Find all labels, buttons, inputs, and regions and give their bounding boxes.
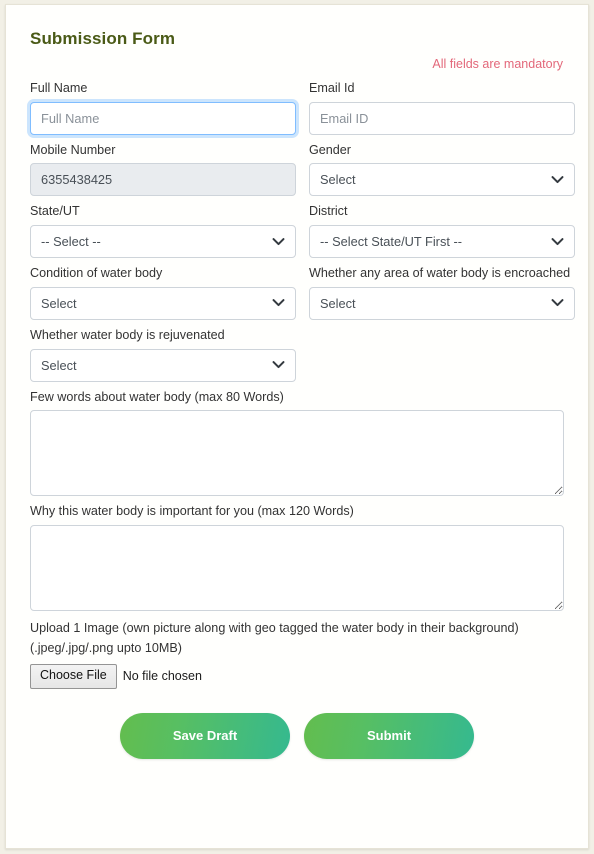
- encroached-select[interactable]: Select: [309, 286, 575, 320]
- field-group-gender: Gender Select: [309, 143, 575, 197]
- district-select[interactable]: -- Select State/UT First --: [309, 225, 575, 259]
- upload-instructions-line1: Upload 1 Image (own picture along with g…: [30, 621, 519, 636]
- form-row-state-district: State/UT -- Select -- District -- Select…: [30, 204, 575, 259]
- submission-form-card: Submission Form All fields are mandatory…: [5, 4, 589, 849]
- few-words-textarea[interactable]: [30, 410, 564, 497]
- form-row-name-email: Full Name Email Id: [30, 81, 575, 135]
- gender-label: Gender: [309, 142, 352, 157]
- file-input-row: Choose File No file chosen: [30, 664, 564, 689]
- why-important-textarea[interactable]: [30, 525, 564, 612]
- upload-instructions: Upload 1 Image (own picture along with g…: [30, 619, 564, 658]
- mandatory-note-row: All fields are mandatory: [30, 55, 564, 73]
- rejuvenated-select-wrap: Select: [30, 348, 296, 382]
- field-group-rejuvenated: Whether water body is rejuvenated Select: [30, 328, 296, 382]
- condition-select-wrap: Select: [30, 286, 296, 320]
- choose-file-button[interactable]: Choose File: [30, 664, 117, 689]
- email-id-label: Email Id: [309, 81, 355, 95]
- why-important-label: Why this water body is important for you…: [30, 504, 354, 519]
- district-label: District: [309, 204, 348, 219]
- submit-button[interactable]: Submit: [304, 712, 474, 759]
- form-row-condition-encroached: Condition of water body Select Whether a…: [30, 266, 575, 320]
- mobile-number-label: Mobile Number: [30, 142, 116, 157]
- mobile-number-input: [30, 163, 296, 197]
- rejuvenated-label: Whether water body is rejuvenated: [30, 327, 225, 342]
- condition-label: Condition of water body: [30, 266, 163, 281]
- upload-instructions-line2: (.jpeg/.jpg/.png upto 10MB): [30, 640, 182, 655]
- state-ut-select[interactable]: -- Select --: [30, 225, 296, 259]
- full-name-label: Full Name: [30, 81, 88, 95]
- form-body: Submission Form All fields are mandatory…: [6, 5, 588, 785]
- state-ut-select-wrap: -- Select --: [30, 225, 296, 259]
- page-title: Submission Form: [30, 29, 176, 48]
- encroached-label: Whether any area of water body is encroa…: [309, 266, 571, 281]
- email-id-input[interactable]: [309, 101, 575, 135]
- file-status-text: No file chosen: [122, 669, 202, 684]
- field-group-mobile-number: Mobile Number: [30, 143, 296, 197]
- mandatory-note: All fields are mandatory: [432, 57, 563, 71]
- district-select-wrap: -- Select State/UT First --: [309, 225, 575, 259]
- field-group-full-name: Full Name: [30, 81, 296, 135]
- few-words-label: Few words about water body (max 80 Words…: [30, 389, 284, 404]
- field-group-why-important: Why this water body is important for you…: [30, 504, 564, 612]
- field-group-email-id: Email Id: [309, 81, 575, 135]
- save-draft-button[interactable]: Save Draft: [120, 712, 290, 759]
- field-group-district: District -- Select State/UT First --: [309, 204, 575, 259]
- rejuvenated-select[interactable]: Select: [30, 348, 296, 382]
- full-name-input[interactable]: [30, 101, 296, 135]
- field-group-spacer: [309, 328, 575, 382]
- condition-select[interactable]: Select: [30, 286, 296, 320]
- form-actions: Save Draft Submit: [30, 712, 564, 785]
- gender-select-wrap: Select: [309, 163, 575, 197]
- gender-select[interactable]: Select: [309, 163, 575, 197]
- field-group-condition: Condition of water body Select: [30, 266, 296, 320]
- field-group-encroached: Whether any area of water body is encroa…: [309, 266, 575, 320]
- form-row-mobile-gender: Mobile Number Gender Select: [30, 143, 575, 197]
- state-ut-label: State/UT: [30, 204, 80, 219]
- field-group-few-words: Few words about water body (max 80 Words…: [30, 390, 564, 497]
- form-row-rejuvenated: Whether water body is rejuvenated Select: [30, 328, 564, 382]
- field-group-upload: Upload 1 Image (own picture along with g…: [30, 619, 564, 689]
- encroached-select-wrap: Select: [309, 286, 575, 320]
- field-group-state-ut: State/UT -- Select --: [30, 204, 296, 259]
